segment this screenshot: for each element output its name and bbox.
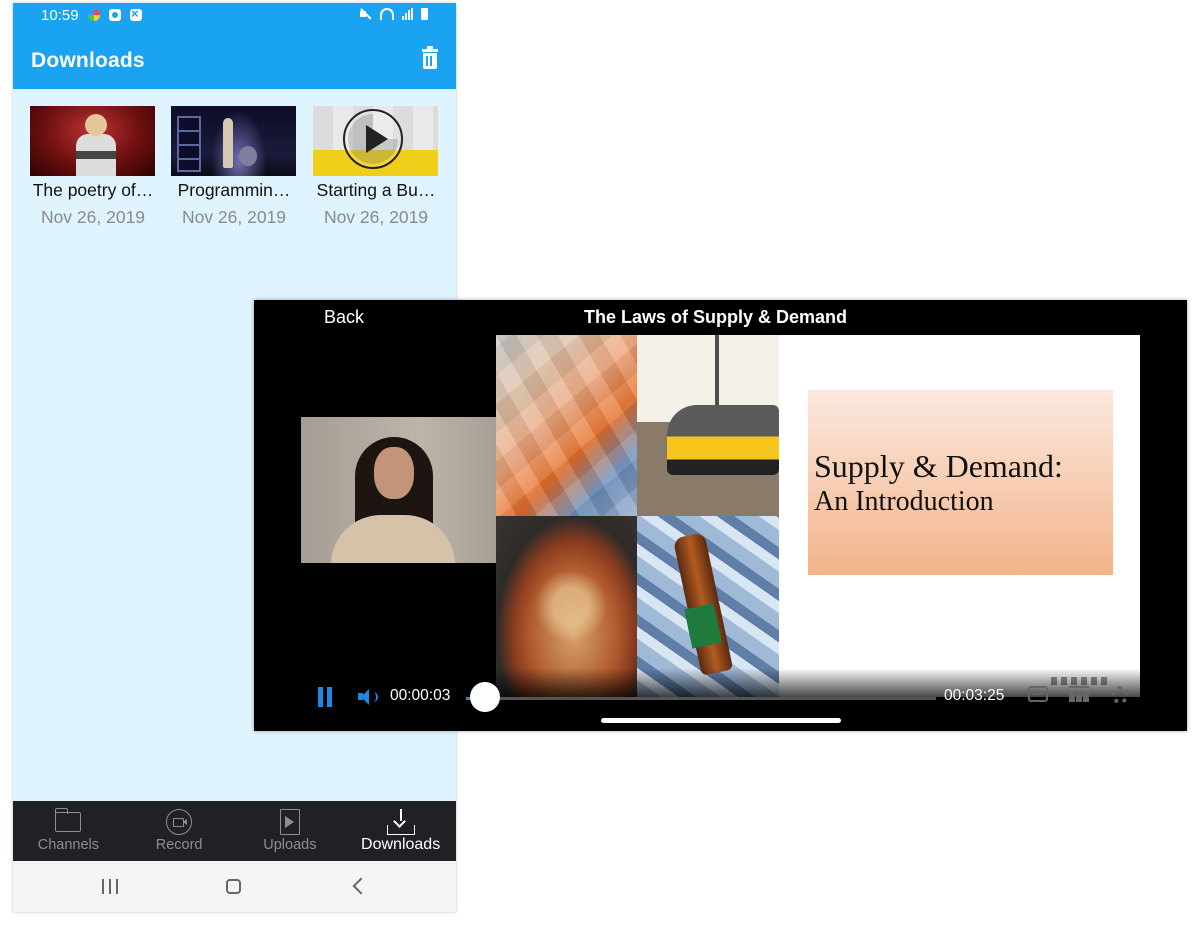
signal-icon [402,8,413,20]
back-icon[interactable] [352,877,370,895]
tab-downloads[interactable]: Downloads [345,801,456,861]
home-indicator [601,718,841,723]
video-title: The Laws of Supply & Demand [584,307,848,327]
home-icon[interactable] [226,879,241,894]
wifi-icon [380,8,394,20]
download-item[interactable]: The poetry of… Nov 26, 2019 [30,106,156,228]
status-time: 10:59 [41,7,79,24]
back-button[interactable]: Back [324,307,364,328]
download-title: Starting a Bu… [316,180,436,200]
tab-label: Uploads [263,837,317,853]
page-title: Downloads [31,49,145,72]
download-item[interactable]: Starting a Bu… Nov 26, 2019 [313,106,439,228]
seek-bar[interactable] [466,697,936,700]
upload-icon [279,809,300,835]
slide-title-banner: Supply & Demand: An Introduction [808,390,1113,575]
tab-label: Channels [37,837,99,853]
download-title: The poetry of… [32,180,154,200]
tab-channels[interactable]: Channels [13,801,124,861]
presenter-video [301,417,496,563]
tab-label: Downloads [361,836,441,853]
trash-icon[interactable] [422,46,438,69]
pause-button[interactable] [318,687,332,707]
video-thumbnail[interactable] [30,106,155,176]
current-time: 00:00:03 [390,687,451,704]
seek-handle[interactable] [470,682,500,712]
close-notification-icon [130,6,142,21]
download-icon [386,809,415,835]
tab-label: Record [155,837,203,853]
volume-icon[interactable] [358,689,378,705]
layout-icon[interactable] [1069,686,1089,702]
presentation-slide: Supply & Demand: An Introduction [496,335,1140,697]
player-controls: 00:00:03 00:03:25 [254,680,1187,720]
download-date: Nov 26, 2019 [181,207,287,227]
gear-icon[interactable] [1111,686,1129,704]
camera-notification-icon [109,9,121,21]
tab-uploads[interactable]: Uploads [235,801,346,861]
download-date: Nov 26, 2019 [40,207,146,227]
download-item[interactable]: Programmin… Nov 26, 2019 [171,106,297,228]
battery-icon [421,8,428,20]
total-time: 00:03:25 [944,687,1005,704]
bottom-tab-bar: Channels Record Uploads Downloads [13,801,456,861]
recent-apps-icon[interactable] [102,879,118,894]
slide-image-abstract [496,335,637,516]
video-thumbnail[interactable] [171,106,296,176]
folder-icon [54,808,82,832]
slide-subtitle: An Introduction [814,486,994,517]
slide-image-tram [637,335,779,516]
video-thumbnail[interactable] [313,106,438,176]
record-icon [166,809,193,835]
mute-icon [360,8,372,20]
slide-title: Supply & Demand: [814,448,1063,484]
app-notification-icon [88,9,100,21]
video-player: Back The Laws of Supply & Demand Supply … [254,300,1187,731]
captions-icon[interactable] [1028,686,1048,702]
download-date: Nov 26, 2019 [323,207,429,227]
download-title: Programmin… [177,180,291,200]
status-bar: 10:59 [13,3,456,30]
play-icon[interactable] [366,125,388,153]
tab-record[interactable]: Record [124,801,235,861]
app-bar: Downloads [13,30,456,89]
system-nav-bar [13,861,456,912]
